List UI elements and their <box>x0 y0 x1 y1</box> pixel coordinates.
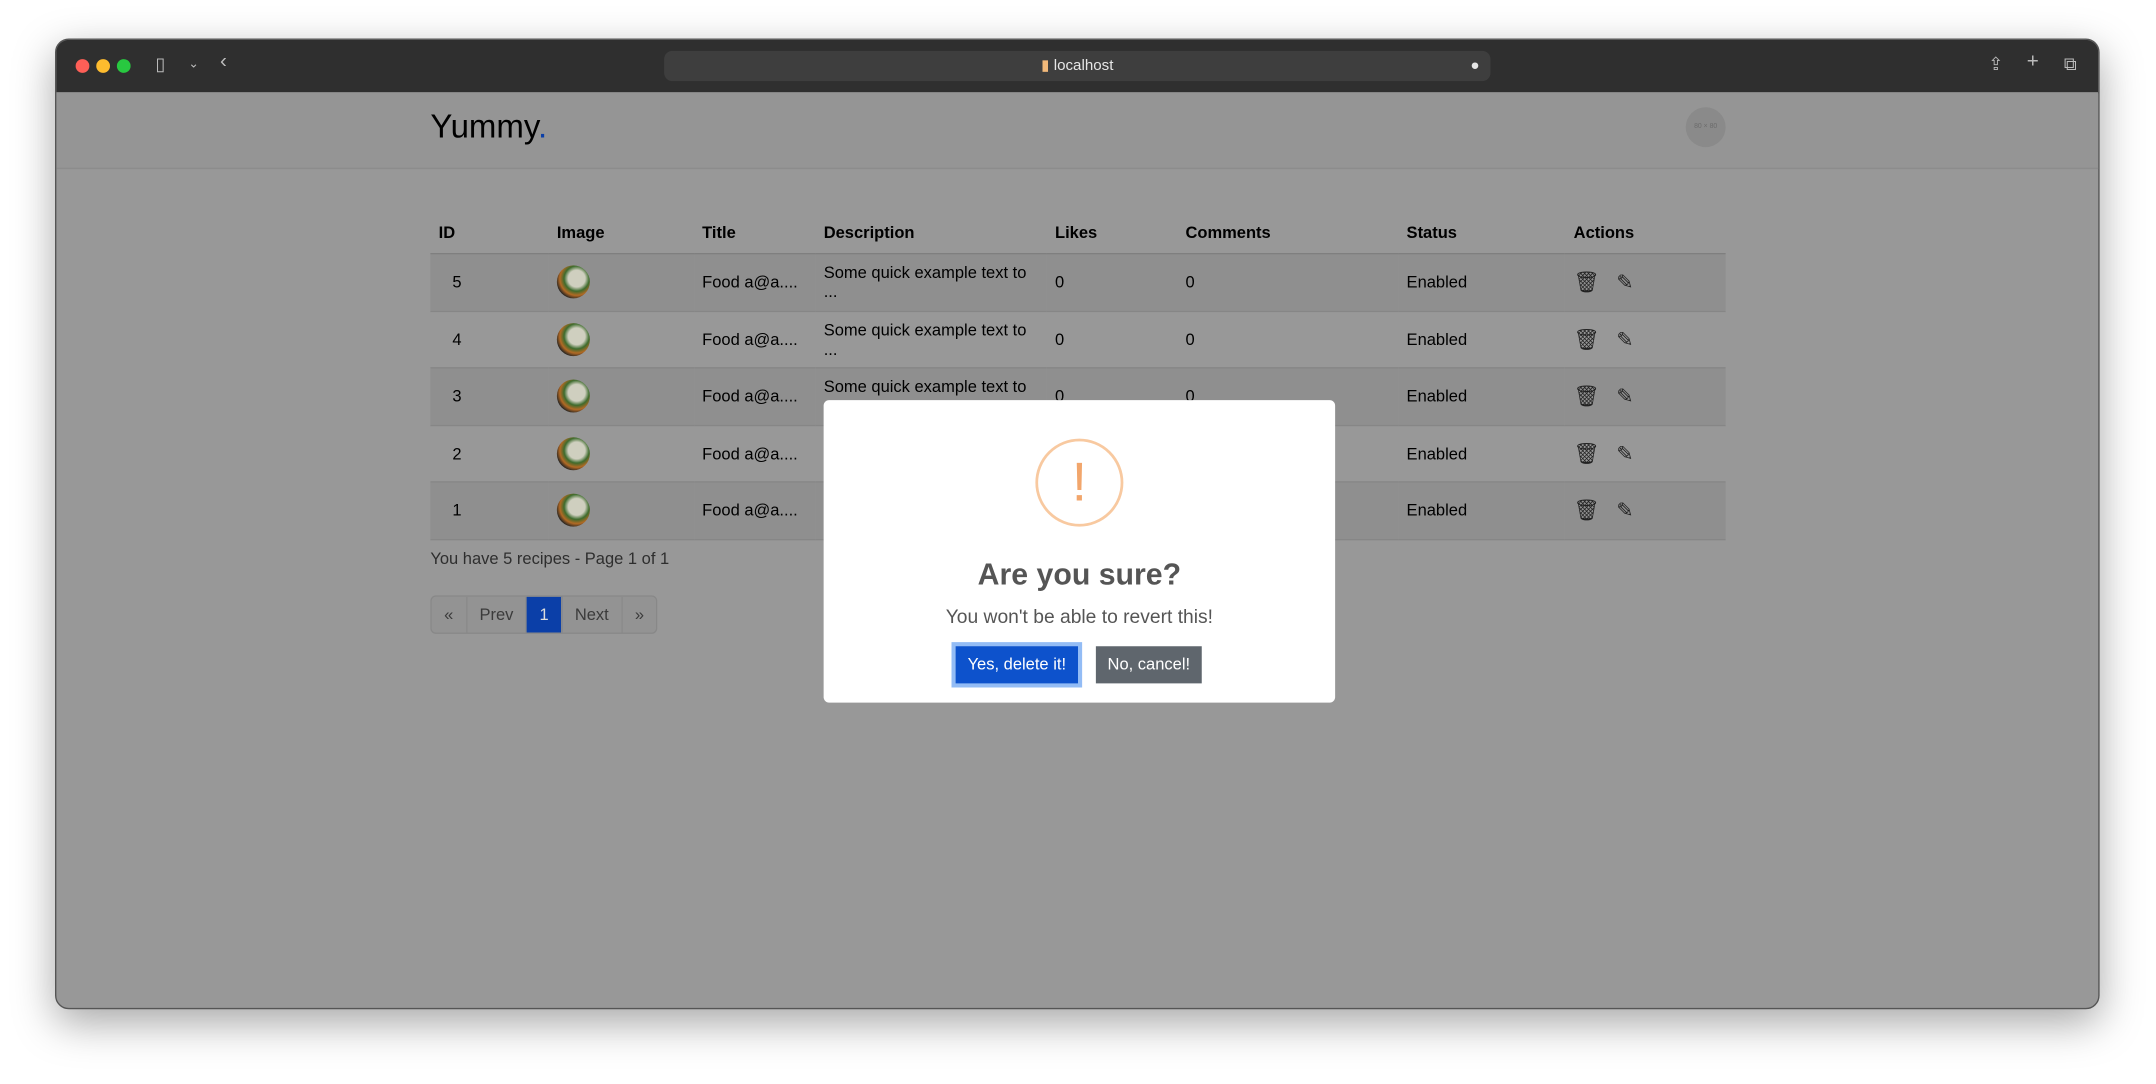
recipe-id: 4 <box>430 310 549 369</box>
trash-icon[interactable]: 🗑︎ <box>1574 328 1600 351</box>
tabs-overview-icon[interactable]: ⧉ <box>2064 54 2077 76</box>
avatar[interactable]: 80 × 80 <box>1685 107 1726 148</box>
recipe-comments: 0 <box>1177 310 1399 369</box>
recipe-title: Food a@a.... <box>693 481 816 540</box>
pencil-icon[interactable]: ✎ <box>1616 442 1633 465</box>
recipe-status: Enabled <box>1398 424 1566 483</box>
trash-icon[interactable]: 🗑︎ <box>1574 385 1600 408</box>
recipes-summary: You have 5 recipes - Page 1 of 1 <box>430 548 670 568</box>
recipe-description: Some quick example text to ... <box>815 310 1047 369</box>
recipe-title: Food a@a.... <box>693 310 816 369</box>
browser-toolbar: ▯ ⌄ ‹ ▮ localhost ● ⇪ + ⧉ <box>56 39 2099 94</box>
app-header: Yummy. 80 × 80 <box>56 92 2099 170</box>
recipe-title: Food a@a.... <box>693 367 816 426</box>
column-header: Comments <box>1177 210 1399 255</box>
chevron-down-icon[interactable]: ⌄ <box>188 56 198 71</box>
column-header: Likes <box>1046 210 1178 255</box>
next-page-button[interactable]: Next <box>562 596 623 633</box>
recipe-title: Food a@a.... <box>693 424 816 483</box>
close-window-button[interactable] <box>75 59 90 73</box>
column-header: Description <box>815 210 1047 255</box>
column-header: Title <box>693 210 816 255</box>
trash-icon[interactable]: 🗑︎ <box>1574 442 1600 465</box>
recipe-likes: 0 <box>1046 253 1178 312</box>
cancel-button[interactable]: No, cancel! <box>1095 646 1202 684</box>
column-header: Status <box>1398 210 1566 255</box>
recipe-image <box>556 436 590 470</box>
address-bar[interactable]: ▮ localhost ● <box>664 50 1491 82</box>
recipe-image <box>556 322 590 356</box>
recipe-id: 1 <box>430 481 549 540</box>
column-header: ID <box>430 210 549 255</box>
recipe-status: Enabled <box>1398 253 1566 312</box>
url-text: localhost <box>1053 57 1114 75</box>
back-icon[interactable]: ‹ <box>220 50 227 73</box>
recipe-id: 3 <box>430 367 549 426</box>
recipe-description: Some quick example text to ... <box>815 253 1047 312</box>
recipe-id: 5 <box>430 253 549 312</box>
browser-window: ▯ ⌄ ‹ ▮ localhost ● ⇪ + ⧉ Yummy. 80 × 80 … <box>55 38 2100 1010</box>
minimize-window-button[interactable] <box>96 59 110 73</box>
logo[interactable]: Yummy. <box>430 109 547 148</box>
recipe-image <box>556 265 590 299</box>
column-header: Image <box>548 210 694 255</box>
recipe-id: 2 <box>430 424 549 483</box>
maximize-window-button[interactable] <box>116 59 131 73</box>
recipe-status: Enabled <box>1398 367 1566 426</box>
table-row: 5 Food a@a.... Some quick example text t… <box>430 253 1726 312</box>
recipe-status: Enabled <box>1398 310 1566 369</box>
last-page-button[interactable]: » <box>622 596 657 633</box>
new-tab-icon[interactable]: + <box>2027 50 2039 73</box>
share-icon[interactable]: ⇪ <box>1988 54 2003 76</box>
pencil-icon[interactable]: ✎ <box>1616 271 1633 294</box>
more-icon[interactable]: ● <box>1470 51 1479 81</box>
prev-page-button[interactable]: Prev <box>467 596 528 633</box>
page-icon: ▮ <box>1041 57 1050 75</box>
sidebar-icon[interactable]: ▯ <box>155 54 165 76</box>
table-row: 4 Food a@a.... Some quick example text t… <box>430 310 1726 369</box>
pencil-icon[interactable]: ✎ <box>1616 499 1633 522</box>
recipe-image <box>556 493 590 527</box>
recipe-title: Food a@a.... <box>693 253 816 312</box>
confirm-dialog: ! Are you sure? You won't be able to rev… <box>823 400 1336 703</box>
confirm-delete-button[interactable]: Yes, delete it! <box>955 646 1078 684</box>
recipe-image <box>556 379 590 413</box>
trash-icon[interactable]: 🗑︎ <box>1574 271 1600 294</box>
recipe-status: Enabled <box>1398 481 1566 540</box>
trash-icon[interactable]: 🗑︎ <box>1574 499 1600 522</box>
recipe-comments: 0 <box>1177 253 1399 312</box>
dialog-text: You won't be able to revert this! <box>945 605 1214 627</box>
page-1-button[interactable]: 1 <box>527 596 563 633</box>
column-header: Actions <box>1565 210 1726 255</box>
dialog-title: Are you sure? <box>977 556 1182 592</box>
recipe-likes: 0 <box>1046 310 1178 369</box>
first-page-button[interactable]: « <box>431 596 468 633</box>
pencil-icon[interactable]: ✎ <box>1616 385 1633 408</box>
warning-icon: ! <box>1035 438 1124 527</box>
pagination: « Prev 1 Next » <box>430 595 658 634</box>
pencil-icon[interactable]: ✎ <box>1616 328 1633 351</box>
